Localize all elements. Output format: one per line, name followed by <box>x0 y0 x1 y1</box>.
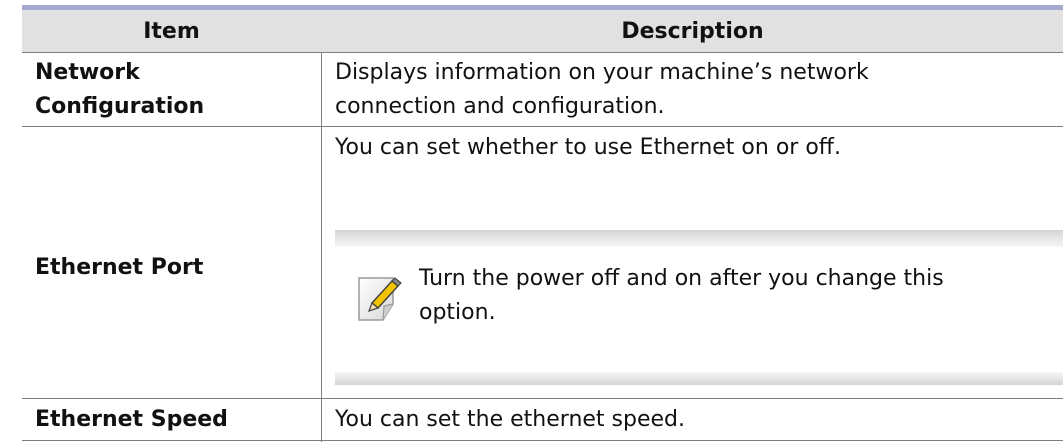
note-text-line: Turn the power off and on after you chan… <box>419 266 944 291</box>
row-item-line: Configuration <box>35 94 205 119</box>
row-item-label: Network Configuration <box>35 56 204 124</box>
note-text: Turn the power off and on after you chan… <box>419 262 1059 330</box>
row-description: You can set whether to use Ethernet on o… <box>335 135 841 160</box>
row-item-label: Ethernet Port <box>35 255 204 280</box>
row-description-line: connection and configuration. <box>335 94 665 119</box>
note-text-line: option. <box>419 300 496 325</box>
column-header-description: Description <box>621 19 764 44</box>
table-bottom-rule <box>22 440 1063 441</box>
note-pencil-icon <box>358 277 402 321</box>
row-divider <box>22 126 1063 127</box>
note-bottom-band <box>335 372 1063 385</box>
row-description: You can set the ethernet speed. <box>335 407 685 432</box>
note-top-band <box>335 230 1063 247</box>
column-header-item: Item <box>143 19 200 44</box>
row-divider <box>22 398 1063 399</box>
column-divider <box>321 53 322 442</box>
header-divider <box>22 52 1063 53</box>
settings-table: Item Description Network Configuration D… <box>0 0 1063 443</box>
row-description: Displays information on your machine’s n… <box>335 56 869 124</box>
row-description-line: Displays information on your machine’s n… <box>335 60 869 85</box>
row-item-line: Network <box>35 60 140 85</box>
row-item-label: Ethernet Speed <box>35 407 228 432</box>
